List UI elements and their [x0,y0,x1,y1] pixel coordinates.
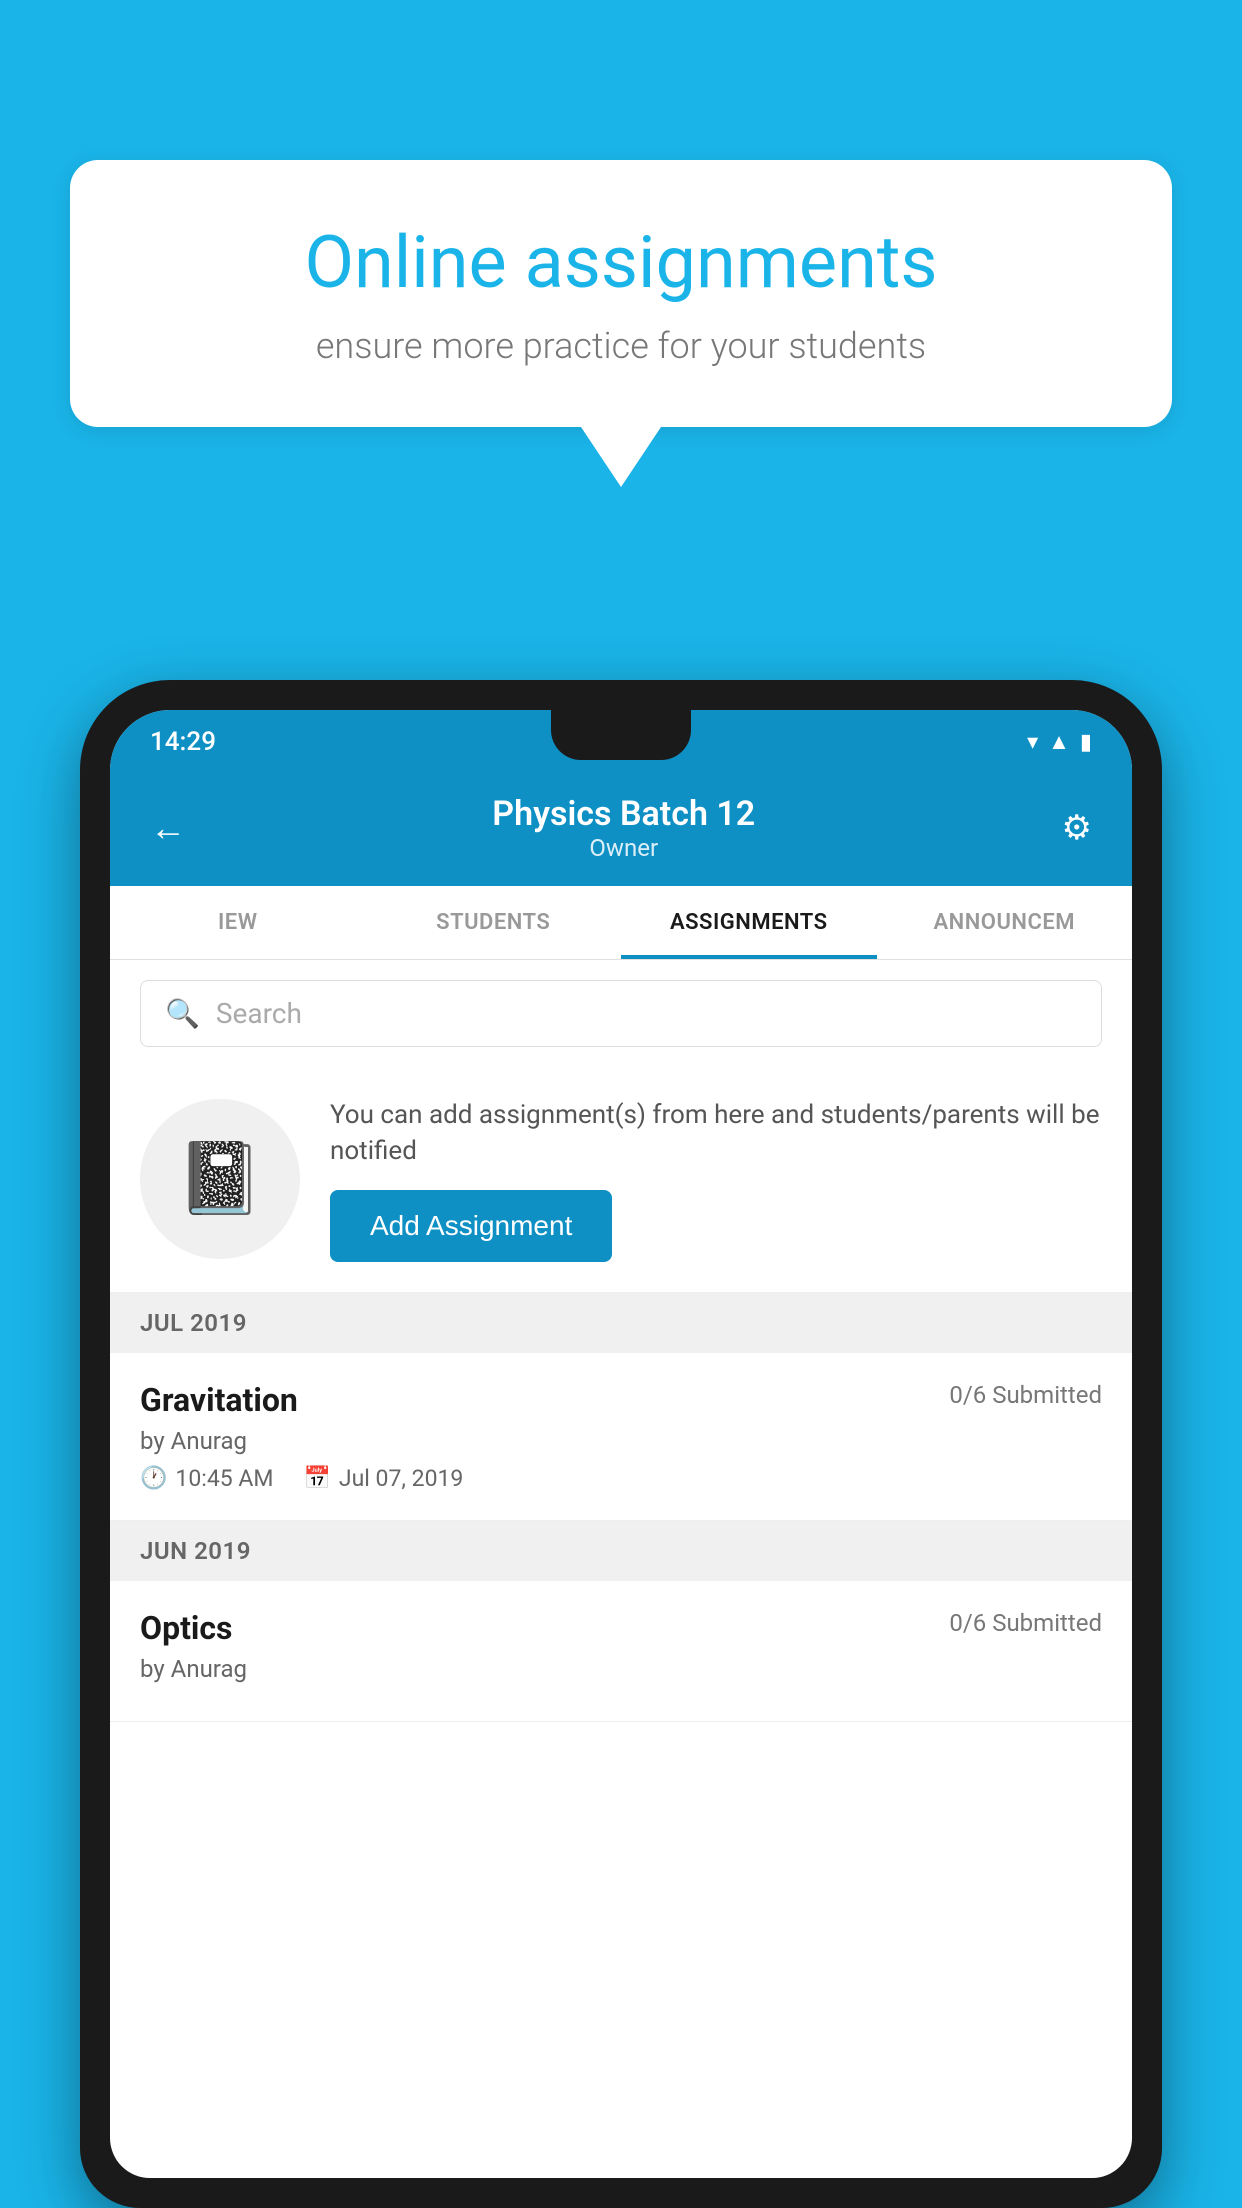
status-icons: ▾ ▲ ▮ [1027,729,1092,755]
promo-description: You can add assignment(s) from here and … [330,1097,1102,1170]
speech-bubble-arrow [581,427,661,487]
promo-right: You can add assignment(s) from here and … [330,1097,1102,1262]
header-title-group: Physics Batch 12 Owner [492,794,755,862]
assignment-submitted-optics: 0/6 Submitted [949,1609,1102,1637]
search-box[interactable]: 🔍 Search [140,980,1102,1047]
assignment-time: 🕐 10:45 AM [140,1465,273,1492]
tab-assignments[interactable]: ASSIGNMENTS [621,886,877,959]
batch-subtitle: Owner [492,834,755,862]
time-value: 10:45 AM [175,1465,273,1492]
signal-icon: ▲ [1048,729,1070,755]
app-header: ← Physics Batch 12 Owner ⚙ [110,774,1132,886]
assignment-row-top: Gravitation 0/6 Submitted [140,1381,1102,1419]
assignment-meta: 🕐 10:45 AM 📅 Jul 07, 2019 [140,1465,1102,1492]
calendar-icon: 📅 [303,1466,330,1491]
date-value: Jul 07, 2019 [339,1465,463,1492]
speech-bubble-section: Online assignments ensure more practice … [70,160,1172,487]
status-time: 14:29 [150,727,216,757]
batch-title: Physics Batch 12 [492,794,755,834]
wifi-icon: ▾ [1027,730,1038,755]
assignment-name-optics: Optics [140,1609,232,1647]
assignment-submitted: 0/6 Submitted [949,1381,1102,1409]
assignment-item-optics[interactable]: Optics 0/6 Submitted by Anurag [110,1581,1132,1722]
clock-icon: 🕐 [140,1466,167,1491]
phone-notch [551,710,691,760]
speech-bubble-title: Online assignments [140,220,1102,305]
assignment-item-gravitation[interactable]: Gravitation 0/6 Submitted by Anurag 🕐 10… [110,1353,1132,1521]
phone-frame: 14:29 ▾ ▲ ▮ ← Physics Batch 12 Owner ⚙ I… [80,680,1162,2208]
add-assignment-button[interactable]: Add Assignment [330,1190,612,1262]
search-container: 🔍 Search [110,960,1132,1067]
tab-announcements[interactable]: ANNOUNCEM [877,886,1133,959]
assignment-name: Gravitation [140,1381,298,1419]
tabs-container: IEW STUDENTS ASSIGNMENTS ANNOUNCEM [110,886,1132,960]
assignment-book-icon: 📓 [176,1138,263,1220]
search-placeholder: Search [216,997,302,1030]
back-button[interactable]: ← [150,807,186,849]
assignment-date: 📅 Jul 07, 2019 [303,1465,463,1492]
settings-button[interactable]: ⚙ [1062,808,1092,848]
speech-bubble-subtitle: ensure more practice for your students [140,325,1102,367]
search-icon: 🔍 [165,997,200,1030]
month-jul-2019: JUL 2019 [110,1293,1132,1353]
assignment-author-optics: by Anurag [140,1655,1102,1683]
assignment-icon-circle: 📓 [140,1099,300,1259]
assignment-row-top-optics: Optics 0/6 Submitted [140,1609,1102,1647]
add-assignment-promo: 📓 You can add assignment(s) from here an… [110,1067,1132,1293]
status-bar: 14:29 ▾ ▲ ▮ [110,710,1132,774]
month-jun-2019: JUN 2019 [110,1521,1132,1581]
tab-iew[interactable]: IEW [110,886,366,959]
battery-icon: ▮ [1080,730,1092,755]
tab-students[interactable]: STUDENTS [366,886,622,959]
content-area: 🔍 Search 📓 You can add assignment(s) fro… [110,960,1132,1722]
speech-bubble: Online assignments ensure more practice … [70,160,1172,427]
phone-screen: 14:29 ▾ ▲ ▮ ← Physics Batch 12 Owner ⚙ I… [110,710,1132,2178]
assignment-author: by Anurag [140,1427,1102,1455]
